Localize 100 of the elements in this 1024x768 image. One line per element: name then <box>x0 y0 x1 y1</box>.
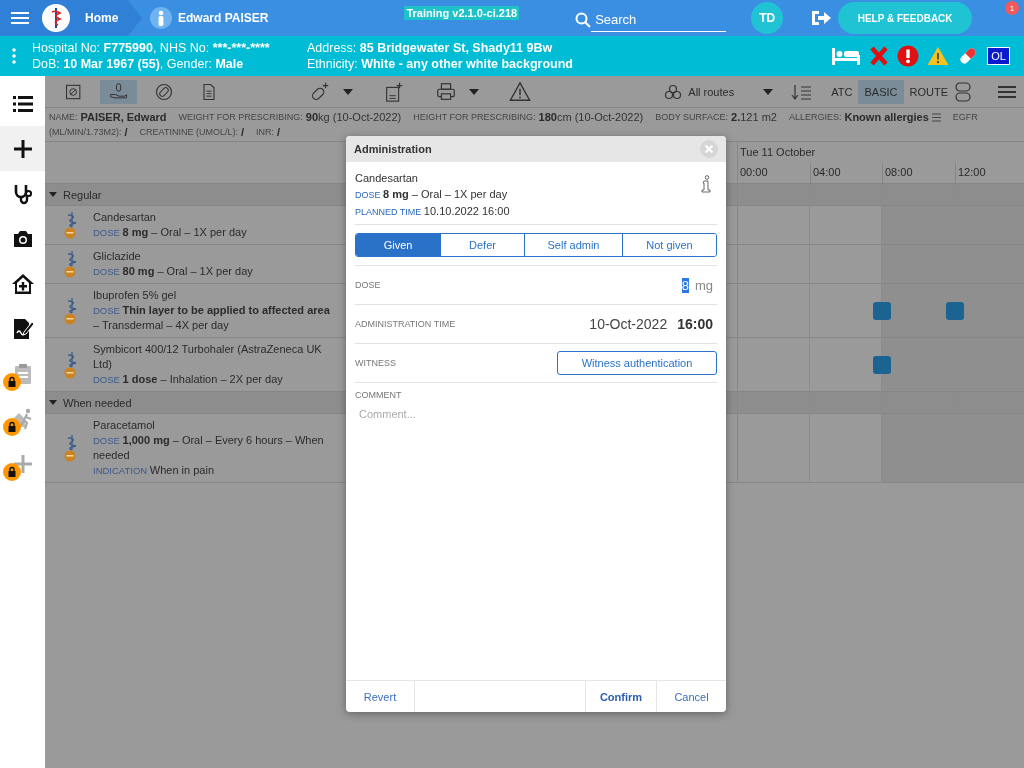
cross-icon[interactable] <box>869 46 890 66</box>
routes-icon <box>664 82 683 101</box>
time-label: 04:00 <box>813 166 841 178</box>
dose-text: DOSE 1 dose – Inhalation – 2X per day <box>93 372 284 387</box>
field-label: COMMENT <box>355 390 403 400</box>
field-note: cm (10-Oct-2022) <box>556 110 644 125</box>
route-filter[interactable]: All routes <box>664 82 774 101</box>
home-plus-icon <box>10 271 35 296</box>
field-value: PAISER, Edward <box>80 110 167 125</box>
alert-icon[interactable] <box>897 45 920 67</box>
caret-icon <box>763 88 774 95</box>
field-label: CREATININE (UMOL/L): <box>139 126 238 139</box>
banner-text: DoB: 10 Mar 1967 (55), Gender: Male <box>32 57 245 71</box>
banner-text: Address: 85 Bridgewater St, Shady11 9Bw <box>307 41 554 55</box>
medication-name[interactable]: Paracetamol <box>93 418 338 433</box>
search-icon <box>575 12 592 28</box>
field-label: (ML/MIN/1.73M2): <box>49 126 122 139</box>
home-link[interactable]: Home <box>0 0 142 36</box>
logout-icon[interactable] <box>810 9 833 27</box>
field-value: 180 <box>538 110 557 125</box>
view-tab[interactable]: ROUTE <box>903 79 954 104</box>
scheduled-dose[interactable] <box>873 355 891 374</box>
dose-text: DOSE Thin layer to be applied to affected area – Transdermal – 4X per day <box>93 303 331 333</box>
field-label: EGFR <box>952 111 978 124</box>
add-pill-icon <box>309 80 331 103</box>
add-document-icon <box>383 80 405 103</box>
field-label: ADMINISTRATION TIME <box>355 319 456 329</box>
warning-icon[interactable] <box>927 46 950 66</box>
sort-icon[interactable] <box>791 82 814 101</box>
field-label: DOSE <box>355 280 381 290</box>
field-note: kg (10-Oct-2022) <box>318 110 402 125</box>
field-value: 2. <box>731 110 741 125</box>
field-note: 121 m2 <box>740 110 777 125</box>
unit-label: mg <box>694 277 713 293</box>
field-value: Known allergies <box>844 110 929 125</box>
field-label: HEIGHT FOR PRESCRIBING: <box>413 111 536 124</box>
outcome-tab[interactable]: Not given <box>622 234 716 256</box>
pill-crossed-icon <box>153 81 174 102</box>
dose-text: DOSE 8 mg – Oral – 1X per day <box>93 225 248 240</box>
view-tab[interactable]: ATC <box>825 79 859 104</box>
time-label: 08:00 <box>885 166 913 178</box>
warning-icon <box>509 80 531 103</box>
field-label: ALLERGIES: <box>788 111 842 124</box>
medication-name[interactable]: Gliclazide <box>93 249 338 264</box>
caret-icon[interactable] <box>469 88 479 95</box>
time-label: 00:00 <box>740 166 768 178</box>
person-icon <box>150 7 172 29</box>
field-label: NAME: <box>49 111 78 124</box>
dialog-title: Administration <box>354 143 432 155</box>
lock-icon <box>3 463 21 481</box>
drug-name: Candesartan <box>355 171 419 186</box>
dialog-button[interactable]: Revert <box>346 681 415 712</box>
field-label: INR: <box>256 126 274 139</box>
group-header[interactable]: Regular <box>49 188 102 201</box>
dose-text: DOSE 1,000 mg – Oral – Every 6 hours – When needed <box>93 433 325 463</box>
lock-icon <box>3 418 21 436</box>
field-label: WEIGHT FOR PRESCRIBING: <box>178 111 303 124</box>
banner-text: Hospital No: F775990, NHS No: ***-***-**** <box>32 41 271 55</box>
field-value: / <box>124 125 128 140</box>
group-header[interactable]: When needed <box>49 396 132 409</box>
pills-icon[interactable] <box>954 81 972 102</box>
medication-name[interactable]: Ibuprofen 5% gel <box>93 288 338 303</box>
outcome-tab[interactable]: Given <box>356 234 440 256</box>
logo-icon <box>42 4 70 32</box>
menu-icon[interactable] <box>998 84 1016 99</box>
notification-badge: 1 <box>1005 1 1019 15</box>
indication-text: INDICATION When in pain <box>93 463 216 478</box>
info-icon[interactable] <box>701 175 711 193</box>
field-label: BODY SURFACE: <box>655 111 729 124</box>
time-field[interactable]: 16:00 <box>677 316 713 332</box>
lock-icon <box>3 373 21 391</box>
medication-name[interactable]: Symbicort 400/12 Turbohaler (AstraZeneca UK Ltd) <box>93 342 338 372</box>
alert-badge[interactable]: OL <box>987 47 1010 65</box>
dose-text: DOSE 8 mg – Oral – 1X per day <box>355 187 509 202</box>
banner-text: Ethnicity: White - any other white background <box>307 57 573 71</box>
witness-button[interactable]: Witness authentication <box>557 351 717 375</box>
caret-icon[interactable] <box>343 88 353 95</box>
toolbar-button[interactable] <box>100 79 137 104</box>
menu-icon[interactable] <box>11 11 29 25</box>
patient-name[interactable]: Edward PAISER <box>178 11 269 25</box>
sidebar-item[interactable] <box>0 126 45 171</box>
search-field[interactable]: Search <box>591 8 727 32</box>
date-label: Tue 11 October <box>739 145 817 160</box>
print-icon <box>435 80 457 103</box>
field-label: WITNESS <box>355 358 396 368</box>
list-icon[interactable] <box>931 113 941 122</box>
dose-field[interactable]: 8 <box>681 277 689 293</box>
medication-name[interactable]: Candesartan <box>93 210 338 225</box>
field-value: / <box>240 125 244 140</box>
caret-icon <box>49 400 57 405</box>
dialog-button[interactable]: Confirm <box>586 681 657 712</box>
dialog-button[interactable]: Cancel <box>657 681 726 712</box>
date-field[interactable]: 10-Oct-2022 <box>589 316 668 332</box>
caret-icon <box>49 192 57 197</box>
planned-time-text: PLANNED TIME 10.10.2022 16:00 <box>355 204 510 219</box>
view-tab[interactable]: BASIC <box>858 79 904 104</box>
version-label: Training v2.1.0-ci.218 <box>404 6 520 20</box>
time-label: 12:00 <box>958 166 986 178</box>
field-value: 90 <box>305 110 319 125</box>
scheduled-dose[interactable] <box>873 301 891 320</box>
